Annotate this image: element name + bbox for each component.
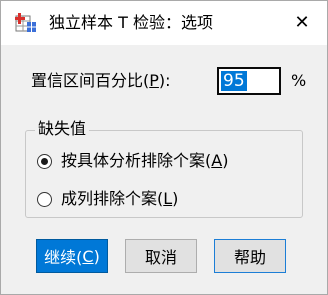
dialog-title: 独立样本 T 检验：选项: [49, 13, 213, 32]
radio-button-selected[interactable]: [37, 153, 52, 169]
cancel-button[interactable]: 取消: [125, 239, 197, 273]
confidence-interval-label: 置信区间百分比(P):: [31, 71, 171, 90]
close-icon: ✕: [294, 12, 310, 33]
percent-sign: %: [291, 71, 307, 90]
radio-button-unselected[interactable]: [37, 191, 52, 207]
continue-button[interactable]: 继续(C): [36, 239, 108, 273]
exclude-listwise-radio[interactable]: 成列排除个案(L): [37, 187, 277, 211]
dialog-window: 独立样本 T 检验：选项 ✕ 置信区间百分比(P): 95 % 缺失值 按具体分…: [0, 0, 328, 295]
confidence-interval-value: 95: [221, 71, 247, 91]
exclude-analysis-by-analysis-label: 按具体分析排除个案(A): [61, 151, 229, 170]
exclude-analysis-by-analysis-radio[interactable]: 按具体分析排除个案(A): [37, 149, 277, 173]
confidence-interval-input[interactable]: 95: [217, 67, 281, 95]
missing-values-group-title: 缺失值: [35, 118, 90, 140]
help-button[interactable]: 帮助: [214, 239, 286, 273]
exclude-listwise-label: 成列排除个案(L): [61, 189, 179, 208]
title-bar[interactable]: 独立样本 T 检验：选项 ✕: [1, 1, 327, 45]
spss-app-icon: [15, 13, 36, 32]
close-button[interactable]: ✕: [283, 7, 321, 39]
